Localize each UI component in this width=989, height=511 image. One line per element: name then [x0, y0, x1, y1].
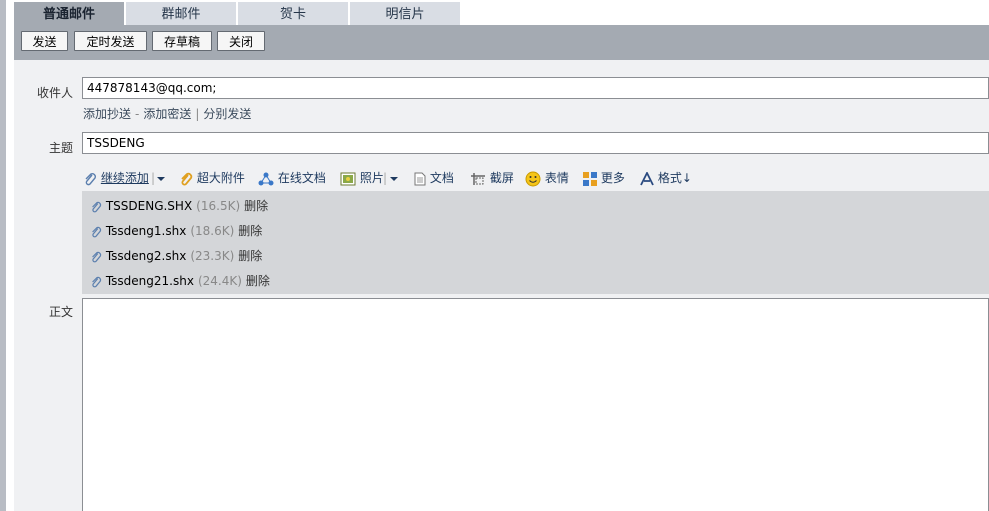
paperclip-icon — [90, 224, 102, 238]
online-doc-button[interactable]: 在线文档 — [258, 168, 326, 188]
document-label: 文档 — [429, 171, 454, 185]
scheduled-send-button[interactable]: 定时发送 — [74, 31, 147, 51]
large-attachment-label: 超大附件 — [196, 171, 245, 185]
toolbar-divider: | — [383, 171, 388, 185]
link-separator: - — [135, 107, 140, 121]
body-editor[interactable] — [82, 298, 989, 511]
document-icon — [414, 171, 426, 185]
more-button[interactable]: 更多 — [583, 168, 625, 188]
compose-toolbar: 发送 定时发送 存草稿 关闭 — [14, 25, 989, 60]
photo-label: 照片 — [359, 171, 384, 185]
format-button[interactable]: 格式↓ — [640, 168, 692, 188]
format-label: 格式↓ — [657, 171, 692, 185]
attachment-list: TSSDENG.SHX (16.5K) 删除 Tssdeng1.shx (18.6K)… — [82, 191, 989, 294]
attachment-item: Tssdeng2.shx (23.3K) 删除 — [90, 246, 262, 266]
font-a-icon — [640, 170, 654, 185]
smiley-icon — [525, 171, 541, 186]
large-attachment-button[interactable]: 超大附件 — [179, 168, 245, 188]
tab-postcard[interactable]: 明信片 — [350, 2, 460, 25]
paperclip-icon — [90, 274, 102, 288]
emoji-button[interactable]: 表情 — [525, 168, 569, 188]
recipient-input[interactable]: 447878143@qq.com; — [82, 77, 989, 99]
window-left-border — [0, 0, 6, 511]
recipient-options: 添加抄送 - 添加密送 | 分别发送 — [83, 105, 251, 122]
attachment-name: TSSDENG.SHX — [105, 199, 193, 213]
attachment-size: (16.5K) — [196, 199, 241, 213]
attachment-item: Tssdeng1.shx (18.6K) 删除 — [90, 221, 262, 241]
continue-add-dropdown[interactable] — [156, 168, 166, 188]
attachment-size: (23.3K) — [190, 249, 235, 263]
share-nodes-icon — [258, 171, 274, 185]
add-bcc-link[interactable]: 添加密送 — [143, 107, 191, 121]
chevron-down-icon — [389, 171, 399, 185]
photo-dropdown[interactable] — [389, 168, 399, 188]
paperclip-icon — [90, 249, 102, 263]
large-paperclip-icon — [179, 171, 193, 185]
tab-normal-mail[interactable]: 普通邮件 — [14, 2, 124, 25]
emoji-label: 表情 — [544, 171, 569, 185]
send-button[interactable]: 发送 — [21, 31, 68, 51]
scissors-icon — [470, 171, 486, 185]
subject-label: 主题 — [48, 141, 73, 155]
screenshot-button[interactable]: 截屏 — [470, 168, 514, 188]
separate-send-link[interactable]: 分别发送 — [203, 107, 251, 121]
document-button[interactable]: 文档 — [414, 168, 454, 188]
online-doc-label: 在线文档 — [277, 171, 326, 185]
link-separator: | — [195, 107, 200, 121]
close-button[interactable]: 关闭 — [217, 31, 265, 51]
screenshot-label: 截屏 — [489, 171, 514, 185]
paperclip-icon — [90, 199, 102, 213]
recipient-label: 收件人 — [36, 86, 73, 100]
body-label: 正文 — [48, 305, 73, 319]
continue-add-label: 继续添加 — [100, 171, 149, 185]
photo-icon — [340, 171, 356, 185]
attachment-size: (24.4K) — [197, 274, 242, 288]
delete-attachment-link[interactable]: 删除 — [242, 274, 270, 288]
delete-attachment-link[interactable]: 删除 — [234, 224, 262, 238]
attachment-name: Tssdeng2.shx — [105, 249, 187, 263]
save-draft-button[interactable]: 存草稿 — [152, 31, 212, 51]
subject-input[interactable]: TSSDENG — [82, 132, 989, 154]
paperclip-icon — [83, 171, 97, 185]
delete-attachment-link[interactable]: 删除 — [240, 199, 268, 213]
delete-attachment-link[interactable]: 删除 — [234, 249, 262, 263]
grid-icon — [583, 171, 597, 186]
chevron-down-icon — [156, 171, 166, 185]
tab-greeting-card[interactable]: 贺卡 — [238, 2, 348, 25]
attachment-name: Tssdeng1.shx — [105, 224, 187, 238]
attachment-item: Tssdeng21.shx (24.4K) 删除 — [90, 271, 270, 291]
photo-button[interactable]: 照片 — [340, 168, 384, 188]
more-label: 更多 — [600, 171, 625, 185]
toolbar-divider: | — [151, 171, 156, 185]
continue-add-button[interactable]: 继续添加 — [83, 168, 149, 188]
attachment-item: TSSDENG.SHX (16.5K) 删除 — [90, 196, 268, 216]
tab-group-mail[interactable]: 群邮件 — [126, 2, 236, 25]
add-cc-link[interactable]: 添加抄送 — [83, 107, 131, 121]
attachment-size: (18.6K) — [190, 224, 235, 238]
attachment-name: Tssdeng21.shx — [105, 274, 194, 288]
